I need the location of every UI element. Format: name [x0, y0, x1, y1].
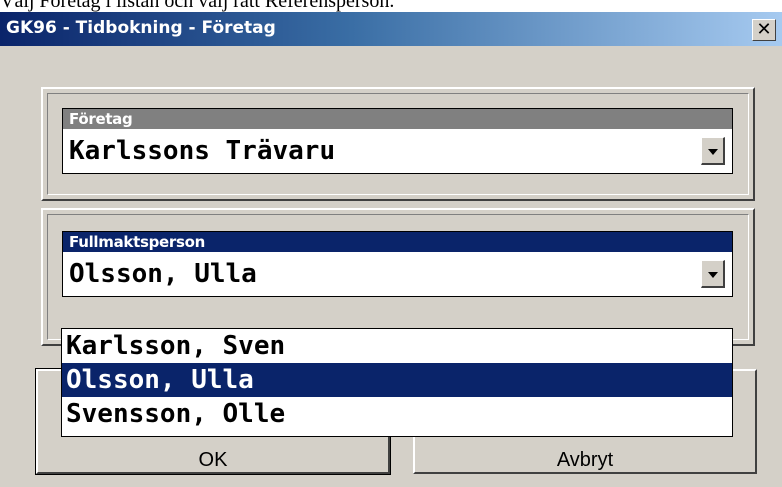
company-dropdown-button[interactable] — [701, 137, 725, 165]
title-bar[interactable]: GK96 - Tidbokning - Företag ✕ — [0, 12, 782, 46]
person-dropdown-list[interactable]: Karlsson, Sven Olsson, Ulla Svensson, Ol… — [61, 328, 733, 437]
close-icon: ✕ — [756, 19, 772, 40]
ok-button-label: OK — [198, 449, 228, 471]
cancel-button-label: Avbryt — [556, 449, 614, 471]
chevron-down-icon — [708, 272, 718, 278]
list-item[interactable]: Olsson, Ulla — [62, 363, 732, 397]
list-item[interactable]: Svensson, Olle — [62, 397, 732, 431]
person-dropdown-button[interactable] — [701, 260, 725, 288]
company-label: Företag — [63, 109, 732, 129]
company-value[interactable]: Karlssons Trävaru — [63, 129, 732, 173]
person-value[interactable]: Olsson, Ulla — [63, 252, 732, 296]
dialog-window: GK96 - Tidbokning - Företag ✕ Företag Ka… — [0, 12, 782, 487]
chevron-down-icon — [708, 149, 718, 155]
person-value-text: Olsson, Ulla — [69, 259, 257, 289]
company-value-text: Karlssons Trävaru — [69, 136, 336, 166]
company-combobox[interactable]: Företag Karlssons Trävaru — [62, 108, 733, 174]
page-caption: Välj Företag i listan och välj rätt Refe… — [0, 0, 395, 12]
person-combobox[interactable]: Fullmaktsperson Olsson, Ulla — [62, 231, 733, 297]
window-title: GK96 - Tidbokning - Företag — [6, 18, 276, 38]
list-item[interactable]: Karlsson, Sven — [62, 329, 732, 363]
close-button[interactable]: ✕ — [752, 19, 776, 41]
person-label: Fullmaktsperson — [63, 232, 732, 252]
